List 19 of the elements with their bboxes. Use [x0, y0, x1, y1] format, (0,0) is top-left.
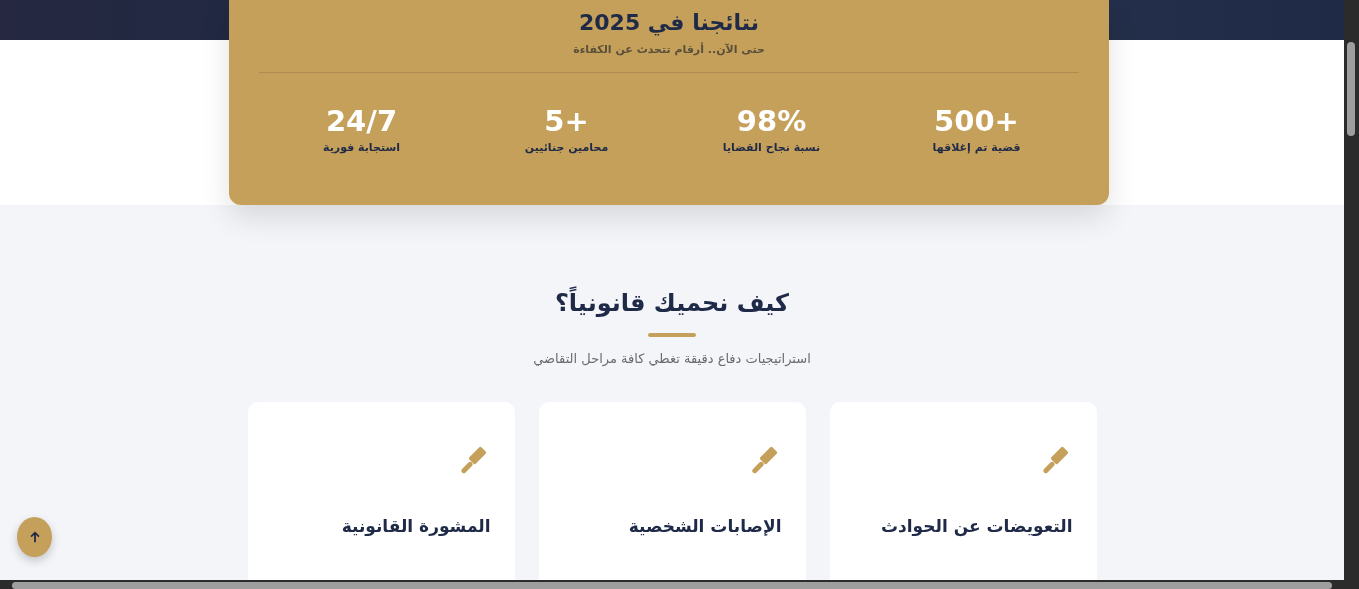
stat-value: 98% — [736, 103, 807, 139]
card-title: التعويضات عن الحوادث — [881, 516, 1073, 536]
stat-label: قضية تم إغلاقها — [932, 141, 1021, 154]
title-underline — [648, 333, 696, 337]
scrollbar-thumb[interactable] — [1347, 42, 1355, 136]
stat-label: استجابة فورية — [323, 141, 400, 154]
scrollbar-thumb[interactable] — [12, 582, 1332, 589]
stats-title: نتائجنا في 2025 — [578, 9, 760, 38]
stat-label: نسبة نجاح القضايا — [722, 141, 821, 154]
stat-label: محامين جنائيين — [524, 141, 609, 154]
stat-value: 5+ — [544, 103, 589, 139]
card-title: الإصابات الشخصية — [628, 516, 782, 536]
stats-subtitle: حتى الآن.. أرقام تتحدث عن الكفاءة — [573, 43, 765, 56]
section-title: كيف نحميك قانونياً؟ — [554, 285, 790, 321]
stat-value: 24/7 — [325, 103, 398, 139]
back-to-top-button[interactable] — [17, 517, 52, 557]
card-title: المشورة القانونية — [341, 516, 491, 536]
stat-value: 500+ — [934, 103, 1019, 139]
section-subtitle: استراتيجيات دفاع دقيقة تغطي كافة مراحل التقاضي — [533, 351, 811, 366]
